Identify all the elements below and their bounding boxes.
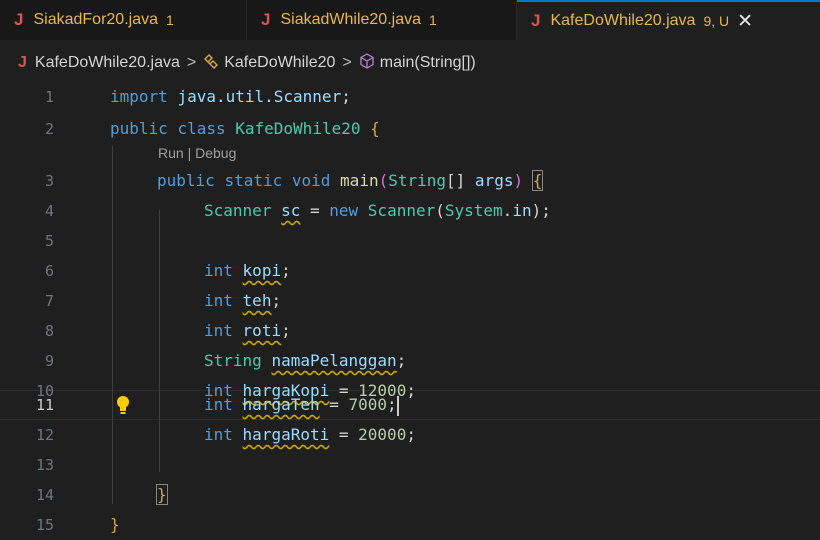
line-number: 1 — [44, 88, 54, 106]
chevron-right-icon: > — [186, 54, 197, 71]
codelens-run-debug[interactable]: Run | Debug — [158, 142, 236, 164]
code-line: 12 int hargaRoti = 20000; — [0, 420, 820, 450]
code-text: int hargaRoti = 20000; — [204, 425, 416, 444]
line-number: 11 — [35, 396, 54, 414]
problem-count-badge: 1 — [165, 12, 174, 28]
code-line: 9 String namaPelanggan; — [0, 346, 820, 376]
problem-count-badge: 9, U — [703, 13, 730, 29]
code-text: String namaPelanggan; — [204, 351, 407, 370]
java-file-icon: J — [14, 10, 24, 29]
breadcrumb-file[interactable]: KafeDoWhile20.java — [35, 54, 180, 72]
code-line: 14 } — [0, 480, 820, 510]
code-text: public static void main(String[] args) { — [157, 170, 544, 191]
line-number: 9 — [44, 352, 54, 370]
code-editor[interactable]: Run | Debug 1 import java.util.Scanner; … — [0, 82, 820, 534]
tab-siakadfor20[interactable]: J SiakadFor20.java 1 — [0, 0, 247, 40]
code-line: 8 int roti; — [0, 316, 820, 346]
code-line: 2 public class KafeDoWhile20 { — [0, 114, 820, 144]
lightbulb-icon[interactable] — [116, 395, 130, 415]
class-icon — [203, 53, 219, 74]
line-number: 3 — [44, 172, 54, 190]
line-number: 15 — [35, 516, 54, 534]
code-line: 13 — [0, 450, 820, 480]
breadcrumb: J KafeDoWhile20.java > KafeDoWhile20 > m… — [0, 50, 476, 76]
line-number: 14 — [35, 486, 54, 504]
tab-siakadwhile20[interactable]: J SiakadWhile20.java 1 — [247, 0, 517, 40]
line-number: 2 — [44, 120, 54, 138]
code-text: import java.util.Scanner; — [110, 87, 351, 106]
breadcrumb-class[interactable]: KafeDoWhile20 — [224, 54, 335, 72]
text-cursor — [396, 395, 399, 416]
matching-bracket: { — [531, 170, 544, 191]
line-number: 4 — [44, 202, 54, 220]
tab-bar: J SiakadFor20.java 1 J SiakadWhile20.jav… — [0, 0, 820, 40]
java-file-icon: J — [531, 11, 541, 30]
code-text: } — [110, 515, 120, 534]
close-icon[interactable]: ✕ — [737, 10, 753, 33]
code-line: 6 int kopi; — [0, 256, 820, 286]
code-text: int kopi; — [204, 261, 291, 280]
code-text: int teh; — [204, 291, 282, 310]
problem-count-badge: 1 — [429, 12, 437, 28]
java-file-icon: J — [261, 10, 271, 29]
breadcrumb-method[interactable]: main(String[]) — [380, 54, 476, 72]
tab-label: KafeDoWhile20.java — [550, 12, 696, 29]
tab-kafedowhile20[interactable]: J KafeDoWhile20.java 9, U ✕ — [517, 0, 820, 40]
code-line: 5 — [0, 226, 820, 256]
code-line: 1 import java.util.Scanner; — [0, 82, 820, 112]
code-line: 15 } — [0, 510, 820, 540]
line-number: 12 — [35, 426, 54, 444]
line-number: 5 — [44, 232, 54, 250]
matching-bracket: } — [156, 484, 168, 505]
method-cube-icon — [359, 52, 375, 74]
code-text: int hargaTeh = 7000; — [204, 395, 399, 416]
code-line: 4 Scanner sc = new Scanner(System.in); — [0, 196, 820, 226]
line-number: 8 — [44, 322, 54, 340]
code-line-current: 11 int hargaTeh = 7000; — [0, 390, 820, 420]
line-number: 7 — [44, 292, 54, 310]
tab-label: SiakadWhile20.java — [280, 11, 421, 28]
tab-label: SiakadFor20.java — [33, 11, 158, 28]
code-text: } — [156, 480, 168, 510]
code-line: 7 int teh; — [0, 286, 820, 316]
line-number: 13 — [35, 456, 54, 474]
code-text: public class KafeDoWhile20 { — [110, 119, 380, 138]
code-text: int roti; — [204, 321, 291, 340]
java-file-icon: J — [18, 54, 27, 71]
chevron-right-icon: > — [342, 54, 352, 71]
line-number: 6 — [44, 262, 54, 280]
code-line: 3 public static void main(String[] args)… — [0, 166, 820, 196]
code-text: Scanner sc = new Scanner(System.in); — [204, 201, 551, 220]
